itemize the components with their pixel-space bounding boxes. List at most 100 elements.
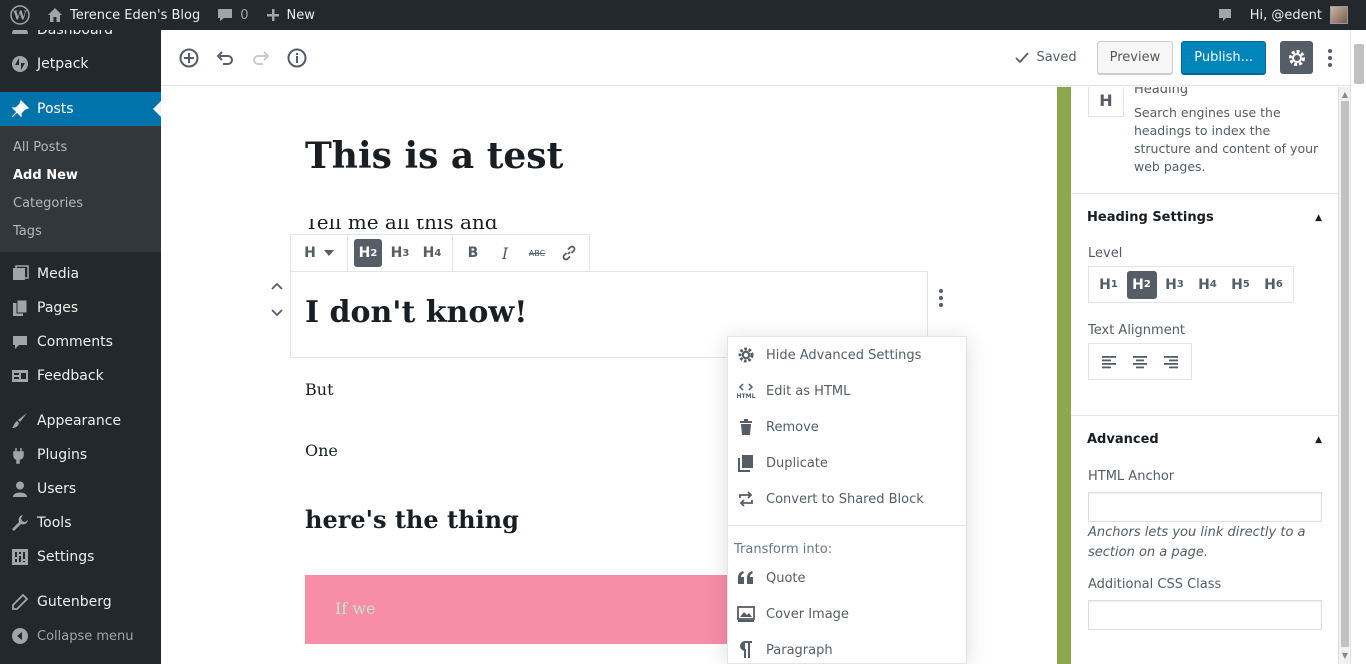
undo-button[interactable] <box>207 40 243 76</box>
align-center-icon <box>1132 355 1147 368</box>
heading-level-2-button[interactable]: H2 <box>354 239 382 267</box>
move-up-button[interactable] <box>267 276 287 296</box>
sidebar-item-comments[interactable]: Comments <box>0 325 161 359</box>
bold-button[interactable]: B <box>459 239 487 267</box>
my-account-link[interactable]: Hi, @edent <box>1242 0 1366 30</box>
heading-block[interactable]: here's the thing <box>305 505 519 534</box>
pages-icon <box>10 298 30 318</box>
level-number: 1 <box>1110 279 1118 290</box>
menu-item-label: Paragraph <box>766 642 833 658</box>
link-icon <box>562 245 576 261</box>
heading-level-4-button[interactable]: H4 <box>418 239 446 267</box>
heading-block-icon: H <box>1088 87 1124 117</box>
move-down-button[interactable] <box>267 303 287 323</box>
html-anchor-input[interactable] <box>1088 492 1322 522</box>
menu-item-label: Edit as HTML <box>766 383 851 399</box>
panel-title: Advanced <box>1087 432 1159 447</box>
level-number: 4 <box>434 247 442 259</box>
menu-convert-shared-block[interactable]: Convert to Shared Block <box>728 481 966 517</box>
wordpress-logo[interactable]: W <box>0 0 38 30</box>
link-button[interactable] <box>555 239 583 267</box>
trash-icon <box>736 417 756 437</box>
submenu-all-posts[interactable]: All Posts <box>0 133 161 161</box>
sidebar-item-settings[interactable]: Settings <box>0 540 161 574</box>
sidebar-item-media[interactable]: Media <box>0 257 161 291</box>
sidebar-item-feedback[interactable]: Feedback <box>0 359 161 393</box>
level-h3-button[interactable]: H3 <box>1160 271 1190 299</box>
site-name: Terence Eden's Blog <box>70 7 201 23</box>
transform-cover-image[interactable]: Cover Image <box>728 596 966 632</box>
level-prefix: H <box>1198 276 1210 293</box>
block-settings-menu-button[interactable] <box>931 285 951 311</box>
block-toolbar: H H2 H3 H4 B I ABC <box>290 234 590 272</box>
submenu-categories[interactable]: Categories <box>0 189 161 217</box>
collapse-menu-button[interactable]: Collapse menu <box>0 619 161 653</box>
sidebar-item-plugins[interactable]: Plugins <box>0 438 161 472</box>
html-anchor-help: Anchors lets you link directly to a sect… <box>1088 525 1306 560</box>
level-h5-button[interactable]: H5 <box>1226 271 1256 299</box>
heading-block-text[interactable]: I don't know! <box>305 295 527 330</box>
add-block-button[interactable] <box>171 40 207 76</box>
sidebar-item-gutenberg[interactable]: Gutenberg <box>0 585 161 619</box>
sidebar-item-pages[interactable]: Pages <box>0 291 161 325</box>
heading-level-3-button[interactable]: H3 <box>386 239 414 267</box>
sidebar-item-users[interactable]: Users <box>0 472 161 506</box>
quote-icon <box>736 568 756 588</box>
transform-quote[interactable]: Quote <box>728 560 966 596</box>
paragraph-block[interactable]: But <box>305 380 334 399</box>
colored-paragraph-block[interactable]: If we <box>305 575 745 644</box>
publish-button[interactable]: Publish... <box>1181 41 1266 74</box>
level-h6-button[interactable]: H6 <box>1259 271 1289 299</box>
svg-text:W: W <box>12 9 27 23</box>
menu-edit-as-html[interactable]: HTML Edit as HTML <box>728 373 966 409</box>
sidebar-item-label: Pages <box>37 300 79 316</box>
level-h2-button[interactable]: H2 <box>1126 270 1157 299</box>
new-content-link[interactable]: New <box>257 0 323 30</box>
settings-scrollbar[interactable]: ▲ ▼ <box>1338 87 1350 664</box>
block-switcher-button[interactable]: H <box>297 239 341 267</box>
level-prefix: H <box>1099 276 1111 293</box>
sidebar-item-posts[interactable]: Posts <box>0 92 161 126</box>
align-center-button[interactable] <box>1126 348 1154 376</box>
transform-paragraph[interactable]: Paragraph <box>728 632 966 663</box>
level-h1-button[interactable]: H1 <box>1094 271 1124 299</box>
window-scrollbar[interactable] <box>1350 30 1366 664</box>
level-h4-button[interactable]: H4 <box>1193 271 1223 299</box>
submenu-add-new[interactable]: Add New <box>0 161 161 189</box>
saved-label: Saved <box>1036 50 1077 65</box>
menu-remove-block[interactable]: Remove <box>728 409 966 445</box>
info-button[interactable] <box>279 40 315 76</box>
level-prefix: H <box>358 245 371 261</box>
heading-settings-toggle[interactable]: Heading Settings ▲ <box>1071 193 1338 241</box>
css-class-input[interactable] <box>1088 600 1322 630</box>
new-label: New <box>286 7 315 23</box>
menu-hide-advanced-settings[interactable]: Hide Advanced Settings <box>728 337 966 373</box>
advanced-settings-toggle[interactable]: Advanced ▲ <box>1071 415 1338 463</box>
more-menu-button[interactable] <box>1317 40 1343 76</box>
scrollbar-thumb[interactable] <box>1341 101 1349 647</box>
hidden-paragraph[interactable]: Tell me all this and <box>305 219 505 233</box>
strikethrough-button[interactable]: ABC <box>523 239 551 267</box>
notifications-link[interactable] <box>1208 0 1242 30</box>
align-left-icon <box>1101 355 1116 368</box>
redo-button[interactable] <box>243 40 279 76</box>
paragraph-block[interactable]: One <box>305 441 338 460</box>
sidebar-item-dashboard[interactable]: Dashboard <box>0 30 161 47</box>
window-scrollbar-thumb[interactable] <box>1354 44 1364 84</box>
settings-toggle-button[interactable] <box>1280 41 1313 74</box>
preview-button[interactable]: Preview <box>1096 41 1174 74</box>
sidebar-item-tools[interactable]: Tools <box>0 506 161 540</box>
post-title[interactable]: This is a test <box>305 135 563 177</box>
sidebar-item-jetpack[interactable]: Jetpack <box>0 47 161 81</box>
italic-button[interactable]: I <box>491 239 519 267</box>
comments-link[interactable]: 0 <box>208 0 256 30</box>
align-right-button[interactable] <box>1157 348 1185 376</box>
sidebar-item-label: Gutenberg <box>37 594 112 610</box>
menu-duplicate-block[interactable]: Duplicate <box>728 445 966 481</box>
site-name-link[interactable]: Terence Eden's Blog <box>38 0 208 30</box>
submenu-tags[interactable]: Tags <box>0 217 161 245</box>
align-left-button[interactable] <box>1095 348 1123 376</box>
sidebar-item-appearance[interactable]: Appearance <box>0 404 161 438</box>
heading-level-toolbar: H1 H2 H3 H4 H5 H6 <box>1088 266 1294 303</box>
sidebar-item-label: Comments <box>37 334 113 350</box>
